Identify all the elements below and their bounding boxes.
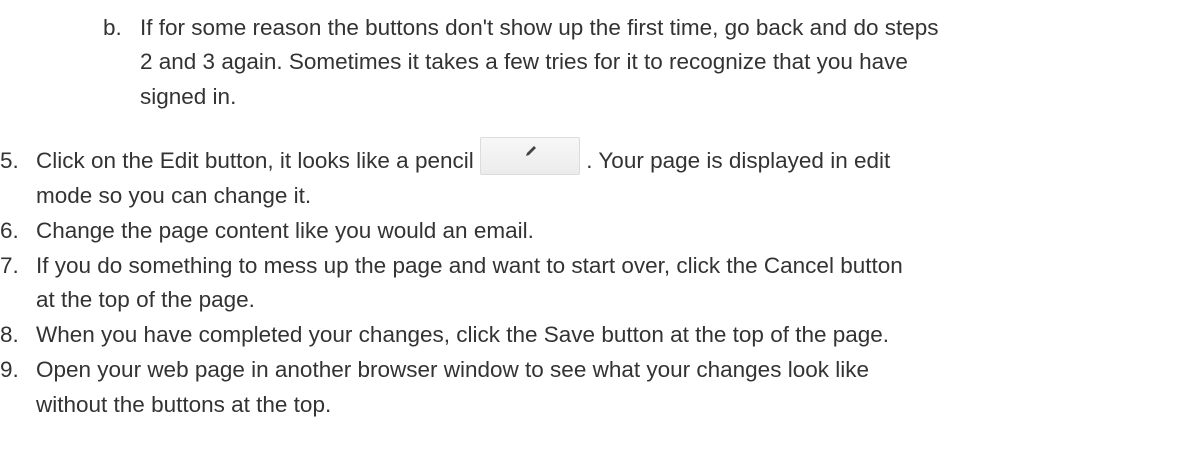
list-item-line: Click on the Edit button, it looks like …: [36, 137, 891, 176]
list-marker: 5.: [0, 148, 19, 173]
list-item-text: . Your page is displayed in edit: [586, 148, 891, 173]
list-marker: b.: [103, 15, 122, 40]
pencil-icon: [526, 146, 536, 157]
list-item-text: If for some reason the buttons don't sho…: [140, 15, 939, 40]
list-item-text: Click on the Edit button, it looks like …: [36, 148, 474, 173]
list-item-text: mode so you can change it.: [36, 183, 312, 208]
list-item-text: Change the page content like you would a…: [36, 218, 534, 243]
list-marker: 8.: [0, 322, 19, 347]
list-item-text: signed in.: [140, 84, 237, 109]
list-item-text: When you have completed your changes, cl…: [36, 322, 890, 347]
list-marker: 6.: [0, 218, 19, 243]
list-marker: 9.: [0, 357, 19, 382]
list-item-text: at the top of the page.: [36, 287, 255, 312]
edit-button-illustration: [480, 137, 580, 176]
list-item-text: If you do something to mess up the page …: [36, 253, 903, 278]
list-item-text: 2 and 3 again. Sometimes it takes a few …: [140, 49, 908, 74]
list-marker: 7.: [0, 253, 19, 278]
list-item-text: Open your web page in another browser wi…: [36, 357, 869, 382]
list-item-text: without the buttons at the top.: [36, 392, 332, 417]
